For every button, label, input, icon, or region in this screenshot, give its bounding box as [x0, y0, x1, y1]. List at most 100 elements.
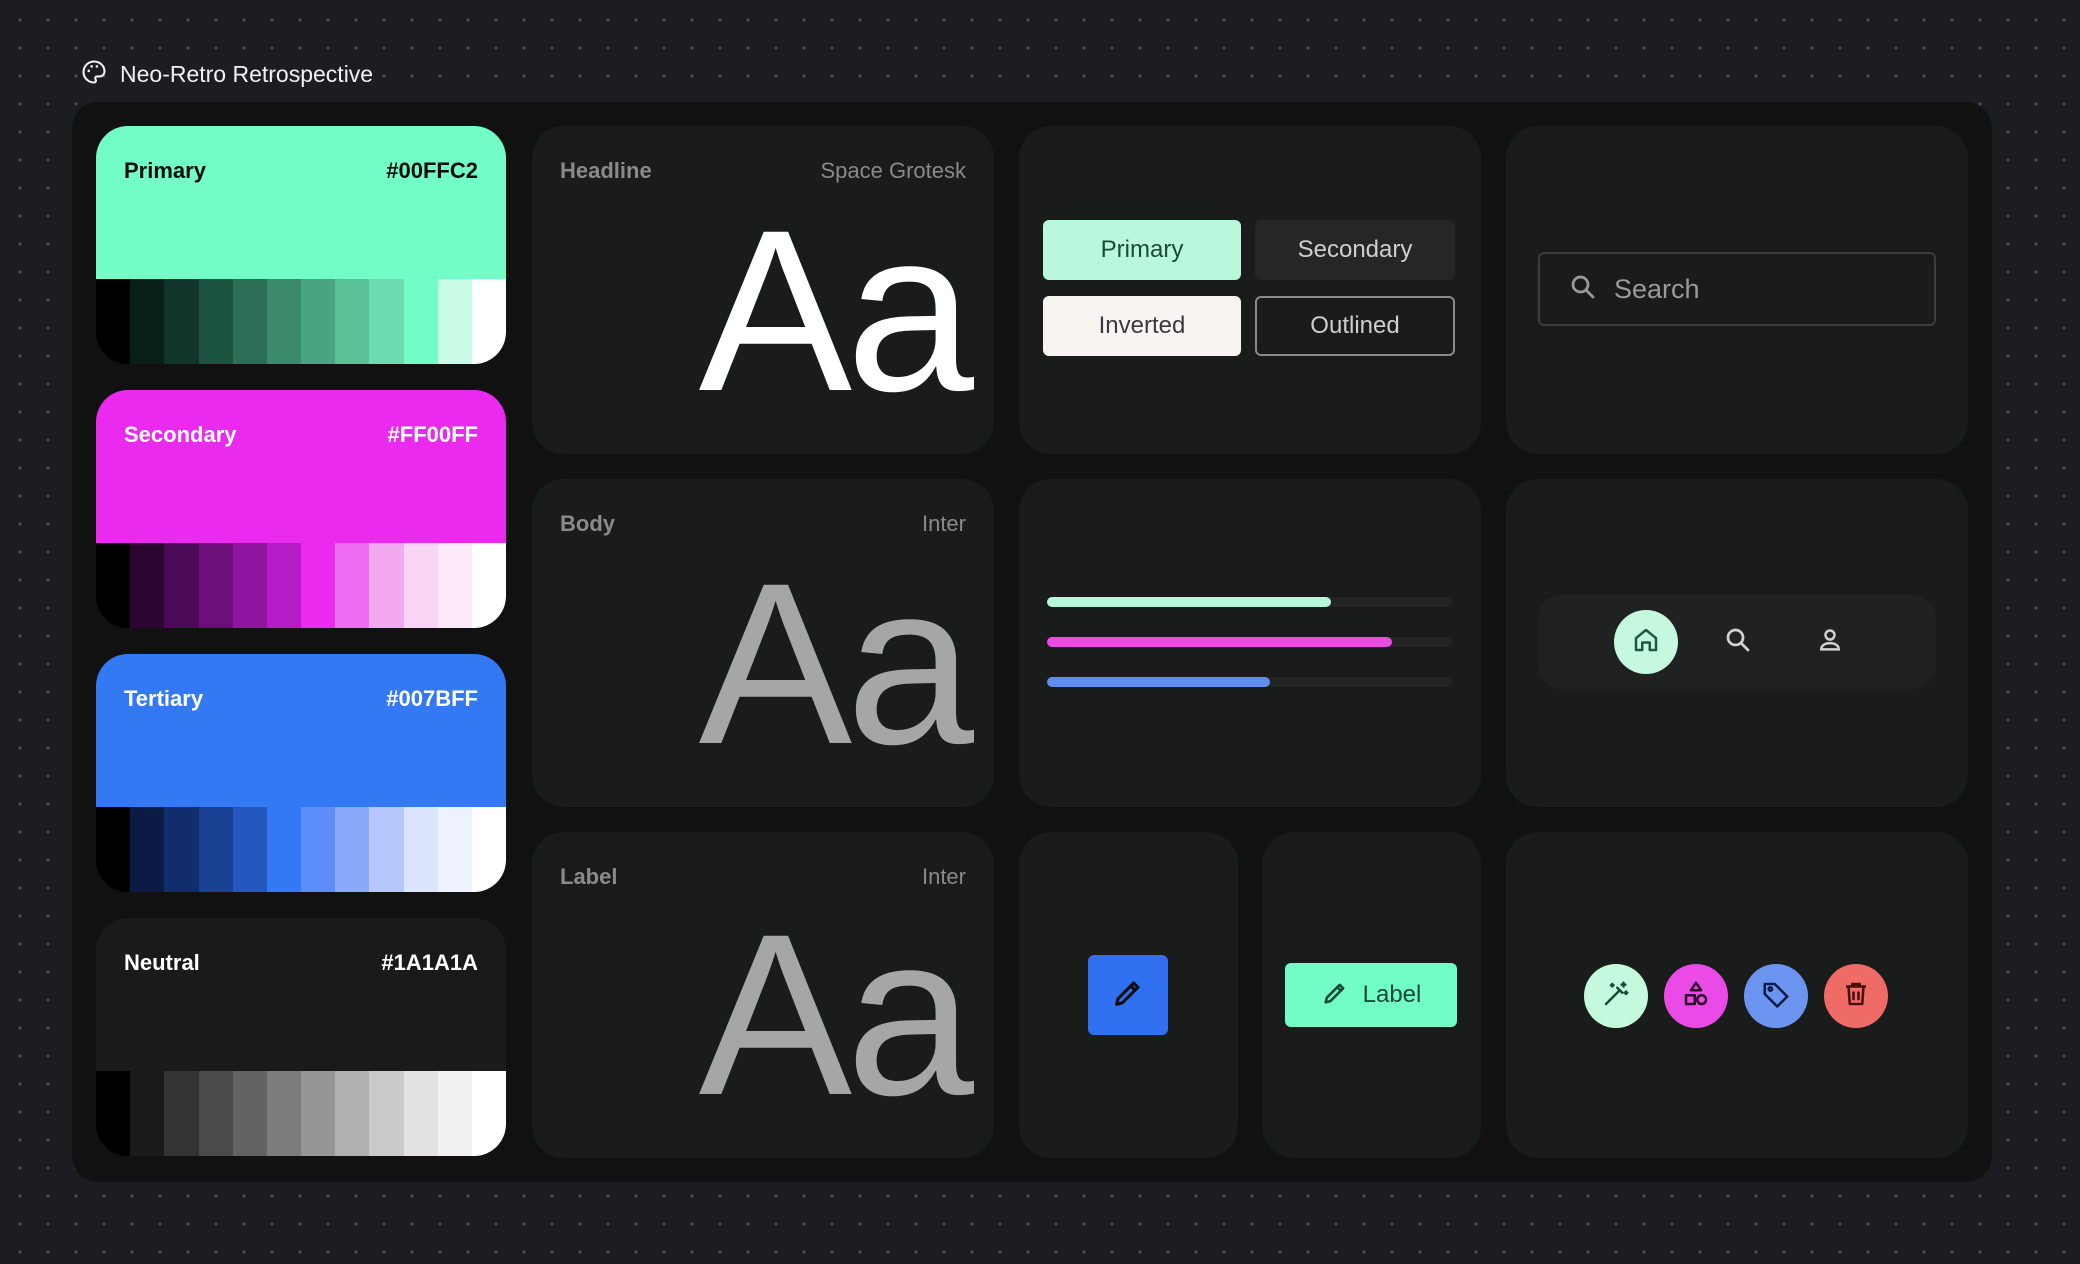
tone-chip [232, 279, 267, 364]
tone-chip [403, 1071, 438, 1156]
type-font-name: Inter [921, 511, 966, 536]
swatch-name: Tertiary [124, 686, 204, 711]
tone-chip [232, 1071, 267, 1156]
type-sample: Aa [698, 535, 974, 792]
swatch-header: Neutral #1A1A1A [96, 918, 506, 1071]
tone-chip [301, 543, 336, 628]
progress-card [1019, 479, 1481, 807]
secondary-button[interactable]: Secondary [1255, 220, 1455, 280]
pencil-icon [1111, 976, 1145, 1015]
tone-chip [198, 807, 233, 892]
tone-chip [301, 279, 336, 364]
tone-chip [301, 1071, 336, 1156]
nav-item-home[interactable] [1614, 610, 1678, 674]
tone-chip [266, 543, 302, 628]
color-swatch-secondary: Secondary #FF00FF [96, 390, 506, 628]
typography-label-card: Label Inter Aa [532, 832, 994, 1158]
nav-item-search[interactable] [1706, 610, 1770, 674]
tonal-palette [96, 807, 506, 892]
progress-bar [1047, 637, 1453, 647]
icon-buttons-card [1506, 832, 1968, 1158]
tone-chip [369, 807, 404, 892]
tone-chip [403, 543, 438, 628]
label-button-text: Label [1362, 981, 1422, 1008]
typography-body-card: Body Inter Aa [532, 479, 994, 807]
swatch-hex: #00FFC2 [386, 158, 478, 183]
type-role-label: Label [560, 864, 618, 889]
tone-chip [335, 1071, 370, 1156]
app-title: Neo-Retro Retrospective [120, 60, 374, 87]
color-swatch-neutral: Neutral #1A1A1A [96, 918, 506, 1156]
buttons-card: Primary Secondary Inverted Outlined [1019, 126, 1481, 454]
app-header: Neo-Retro Retrospective [80, 54, 373, 94]
search-icon [1568, 272, 1598, 307]
bottom-navigation [1538, 595, 1936, 689]
type-font-name: Space Grotesk [820, 158, 966, 183]
tone-chip [301, 807, 336, 892]
magic-wand-button[interactable] [1584, 964, 1648, 1028]
tone-chip [437, 1071, 472, 1156]
palette-icon [80, 58, 108, 91]
tone-chip [198, 1071, 233, 1156]
inverted-button[interactable]: Inverted [1043, 296, 1241, 356]
delete-button[interactable] [1824, 964, 1888, 1028]
trash-icon [1841, 979, 1871, 1014]
outlined-button[interactable]: Outlined [1255, 296, 1455, 356]
tone-chip [198, 279, 233, 364]
nav-item-profile[interactable] [1798, 610, 1862, 674]
tone-chip [164, 807, 199, 892]
swatch-header: Primary #00FFC2 [96, 126, 506, 279]
type-sample: Aa [698, 886, 974, 1143]
tone-chip [164, 1071, 199, 1156]
tone-chip [266, 279, 302, 364]
tone-chip [369, 543, 404, 628]
pencil-icon [1321, 979, 1349, 1012]
swatch-header: Tertiary #007BFF [96, 654, 506, 807]
person-icon [1815, 625, 1845, 660]
progress-fill [1047, 677, 1271, 687]
tone-chip [369, 279, 404, 364]
primary-button[interactable]: Primary [1043, 220, 1241, 280]
progress-bar [1047, 677, 1453, 687]
tonal-palette [96, 1071, 506, 1156]
tone-chip [266, 807, 302, 892]
tone-chip [130, 543, 165, 628]
type-sample: Aa [698, 182, 974, 439]
home-icon [1631, 625, 1661, 660]
shapes-icon [1681, 979, 1711, 1014]
navigation-card [1506, 479, 1968, 807]
swatch-hex: #007BFF [386, 686, 478, 711]
label-button-card: Label [1262, 832, 1481, 1158]
tone-chip [198, 543, 233, 628]
tag-button[interactable] [1744, 964, 1808, 1028]
color-swatch-primary: Primary #00FFC2 [96, 126, 506, 364]
search-card: Search [1506, 126, 1968, 454]
swatch-header: Secondary #FF00FF [96, 390, 506, 543]
swatch-name: Secondary [124, 422, 237, 447]
magic-wand-icon [1601, 979, 1631, 1014]
swatch-hex: #FF00FF [387, 422, 478, 447]
tone-chip [335, 543, 370, 628]
tone-chip [130, 1071, 165, 1156]
edit-fab-button[interactable] [1088, 955, 1168, 1035]
tone-chip [403, 279, 438, 364]
progress-fill [1047, 597, 1332, 607]
label-button[interactable]: Label [1285, 963, 1457, 1027]
swatch-hex: #1A1A1A [381, 950, 478, 975]
search-placeholder: Search [1614, 273, 1700, 304]
tone-chip [164, 543, 199, 628]
shapes-button[interactable] [1664, 964, 1728, 1028]
swatch-name: Neutral [124, 950, 200, 975]
tone-chip [130, 807, 165, 892]
progress-fill [1047, 637, 1393, 647]
tone-chip [266, 1071, 302, 1156]
tone-chip [437, 279, 472, 364]
type-role-label: Headline [560, 158, 652, 183]
progress-bar [1047, 597, 1453, 607]
search-input[interactable]: Search [1538, 252, 1936, 326]
tone-chip [164, 279, 199, 364]
tag-icon [1761, 979, 1791, 1014]
tonal-palette [96, 543, 506, 628]
type-role-label: Body [560, 511, 615, 536]
tone-chip [369, 1071, 404, 1156]
